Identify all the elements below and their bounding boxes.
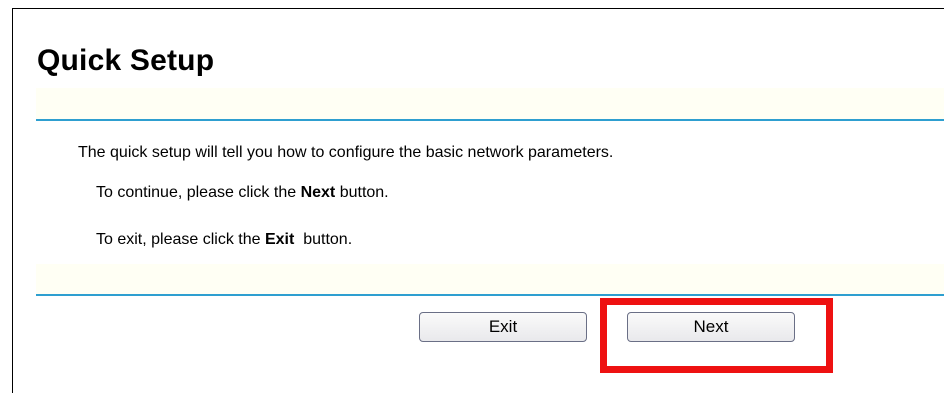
page-title: Quick Setup: [37, 44, 215, 77]
continue-instruction: To continue, please click the Next butto…: [96, 183, 389, 203]
continue-keyword: Next: [300, 184, 336, 201]
exit-prefix: To exit, please click the: [96, 231, 265, 248]
next-button[interactable]: Next: [627, 312, 795, 342]
intro-text: The quick setup will tell you how to con…: [78, 144, 614, 161]
exit-instruction: To exit, please click the Exit button.: [96, 230, 352, 250]
header-band: [36, 88, 944, 119]
continue-prefix: To continue, please click the: [96, 184, 301, 201]
bottom-divider: [36, 294, 944, 296]
footer-band: [36, 264, 944, 294]
top-divider: [36, 119, 944, 121]
exit-keyword: Exit: [264, 231, 295, 248]
exit-suffix: button.: [294, 231, 353, 248]
continue-suffix: button.: [335, 184, 389, 201]
exit-button[interactable]: Exit: [419, 312, 587, 342]
